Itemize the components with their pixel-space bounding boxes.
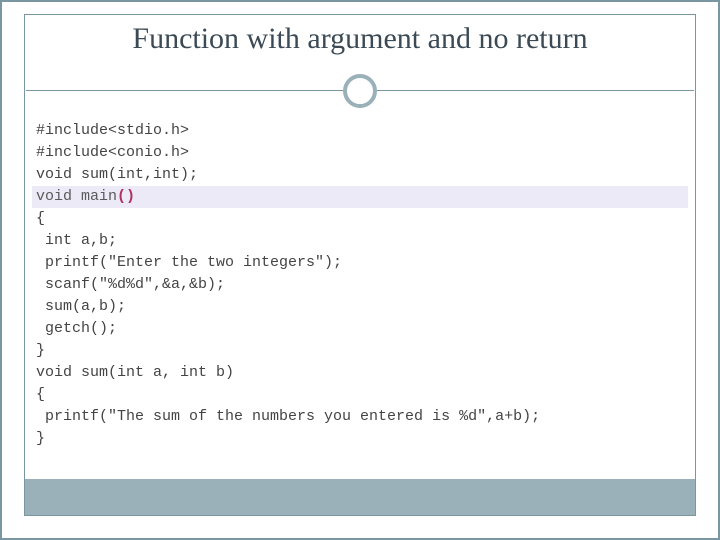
code-line: int a,b; (32, 230, 688, 252)
code-line-highlighted: void main() (32, 186, 688, 208)
slide-title: Function with argument and no return (2, 22, 718, 56)
code-line: scanf("%d%d",&a,&b); (32, 274, 688, 296)
code-line: void sum(int a, int b) (32, 362, 688, 384)
code-line: void sum(int,int); (32, 164, 688, 186)
code-line: sum(a,b); (32, 296, 688, 318)
code-line: } (32, 340, 688, 362)
code-line: printf("The sum of the numbers you enter… (32, 406, 688, 428)
code-block: #include<stdio.h> #include<conio.h> void… (32, 120, 688, 450)
footer-band (25, 479, 695, 515)
code-line: } (32, 428, 688, 450)
code-line: { (32, 384, 688, 406)
slide-frame: Function with argument and no return #in… (0, 0, 720, 540)
code-token: void main (36, 188, 117, 205)
code-line: #include<conio.h> (32, 142, 688, 164)
decorative-circle-icon (343, 74, 377, 108)
code-line: printf("Enter the two integers"); (32, 252, 688, 274)
code-line: { (32, 208, 688, 230)
code-line: getch(); (32, 318, 688, 340)
code-line: #include<stdio.h> (32, 120, 688, 142)
code-token-paren: () (117, 188, 135, 205)
